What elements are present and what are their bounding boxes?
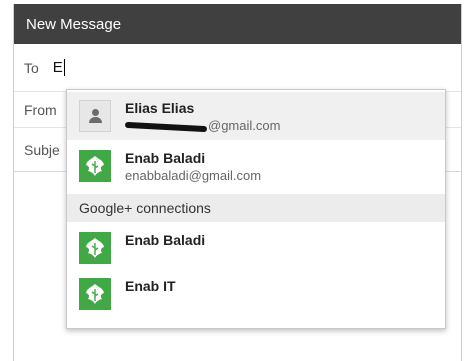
person-icon bbox=[79, 100, 111, 132]
redaction-mark bbox=[124, 121, 208, 132]
connection-item-enab-it[interactable]: Enab IT bbox=[67, 270, 445, 320]
to-input-value: E bbox=[52, 58, 63, 76]
suggestion-item-enab-baladi[interactable]: Enab Baladi enabbaladi@gmail.com bbox=[67, 142, 445, 192]
section-header-label: Google+ connections bbox=[79, 200, 211, 216]
suggestion-email: @gmail.com bbox=[124, 117, 280, 134]
leaf-logo-icon bbox=[79, 232, 111, 264]
from-label: From bbox=[24, 101, 57, 118]
suggestion-name: Enab Baladi bbox=[125, 150, 206, 166]
connection-name: Enab IT bbox=[125, 278, 176, 294]
to-label: To bbox=[24, 59, 39, 76]
text-caret bbox=[63, 59, 65, 77]
suggestion-email: enabbaladi@gmail.com bbox=[125, 168, 262, 183]
window-title: New Message bbox=[26, 15, 122, 33]
recipient-suggestions-dropdown: Elias Elias @gmail.com Enab Baladi enabb… bbox=[66, 89, 446, 329]
connection-name: Enab Baladi bbox=[125, 232, 206, 248]
leaf-logo-icon bbox=[79, 150, 111, 182]
suggestion-name: Elias Elias bbox=[125, 100, 195, 116]
connection-item-enab-baladi[interactable]: Enab Baladi bbox=[67, 224, 445, 270]
subject-label: Subje bbox=[24, 141, 60, 158]
to-field-row[interactable]: To E bbox=[14, 44, 461, 92]
compose-titlebar[interactable]: New Message bbox=[14, 4, 461, 44]
section-header-google-plus: Google+ connections bbox=[67, 194, 445, 222]
suggestion-item-elias-elias[interactable]: Elias Elias @gmail.com bbox=[67, 92, 445, 140]
leaf-logo-icon bbox=[79, 278, 111, 310]
to-input[interactable]: E bbox=[53, 59, 65, 77]
